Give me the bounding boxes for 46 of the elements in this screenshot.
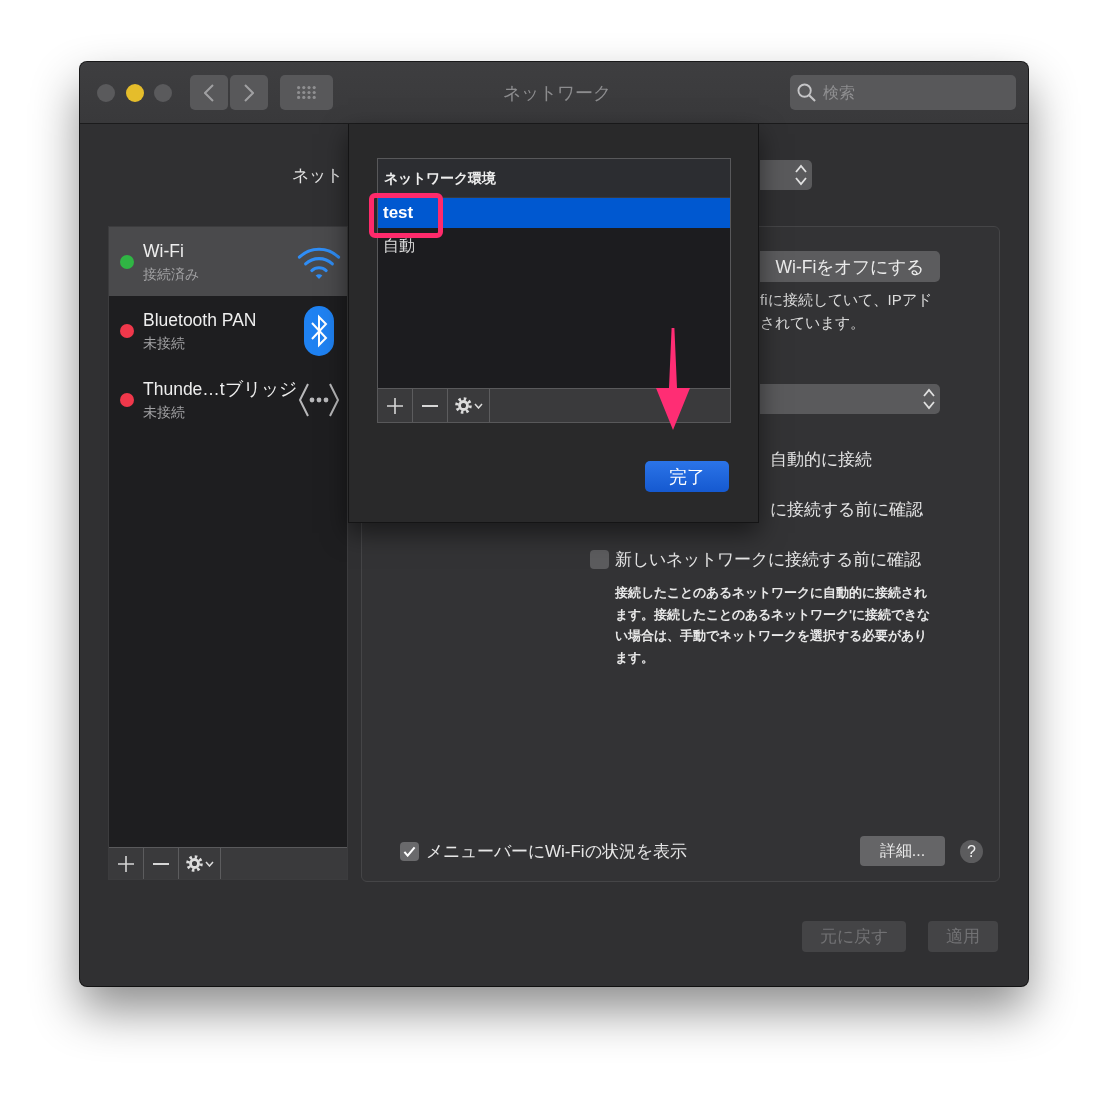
service-name: Wi-Fi xyxy=(143,239,184,263)
location-popup[interactable] xyxy=(760,160,812,190)
window-title: ネットワーク xyxy=(502,81,611,105)
service-name: Thunde…tブリッジ xyxy=(143,377,297,401)
chevron-right-icon xyxy=(244,83,254,102)
search-icon xyxy=(797,83,816,102)
network-bridge-icon xyxy=(298,382,340,417)
done-button[interactable]: 完了 xyxy=(645,461,729,492)
window-control-button[interactable] xyxy=(125,83,144,102)
gear-icon xyxy=(185,855,203,872)
service-status: 接続済み xyxy=(143,264,199,284)
plus-icon xyxy=(387,397,403,414)
location-item[interactable]: test xyxy=(378,198,730,228)
service-item[interactable]: Bluetooth PAN 未接続 xyxy=(109,296,347,365)
caret-icon xyxy=(473,402,483,409)
option-label: に接続する前に確認 xyxy=(770,499,923,521)
status-text: fiに接続していて、IPアド xyxy=(760,290,932,310)
forward-button[interactable] xyxy=(230,75,268,110)
bluetooth-icon xyxy=(304,305,334,356)
help-text: 接続したことのあるネットワークに自動的に接続されます。接続したことのあるネットワーク'に接続できない場合は、手動でネットワークを選択する必要があります。 xyxy=(615,584,932,668)
option-label: 自動的に接続 xyxy=(770,449,872,471)
back-button[interactable] xyxy=(190,75,228,110)
checkbox-label[interactable]: メニューバーにWi-Fiの状況を表示 xyxy=(426,839,687,863)
location-item[interactable]: 自動 xyxy=(378,228,730,258)
minus-icon xyxy=(153,862,169,865)
caret-icon xyxy=(204,860,214,867)
checkbox-label[interactable]: 新しいネットワークに接続する前に確認 xyxy=(615,547,921,571)
plus-icon xyxy=(118,855,134,872)
service-status: 未接続 xyxy=(143,402,185,422)
service-name: Bluetooth PAN xyxy=(143,308,257,332)
checkmark-icon xyxy=(403,845,416,857)
list-header: ネットワーク環境 xyxy=(378,159,730,198)
service-status: 未接続 xyxy=(143,333,185,353)
gear-icon xyxy=(454,397,472,414)
service-item[interactable]: Wi-Fi 接続済み xyxy=(109,227,347,296)
help-button[interactable]: ? xyxy=(960,839,983,863)
minus-icon xyxy=(422,404,438,407)
service-item[interactable]: Thunde…tブリッジ 未接続 xyxy=(109,365,347,434)
location-label: ネット xyxy=(292,165,343,185)
status-text: されています。 xyxy=(760,313,866,333)
checkbox[interactable] xyxy=(400,841,419,861)
grid-icon xyxy=(297,86,316,99)
checkbox[interactable] xyxy=(590,549,609,569)
advanced-button[interactable]: 詳細... xyxy=(860,836,945,866)
wifi-off-button[interactable]: Wi-Fiをオフにする xyxy=(760,251,940,282)
chevron-left-icon xyxy=(204,83,214,102)
